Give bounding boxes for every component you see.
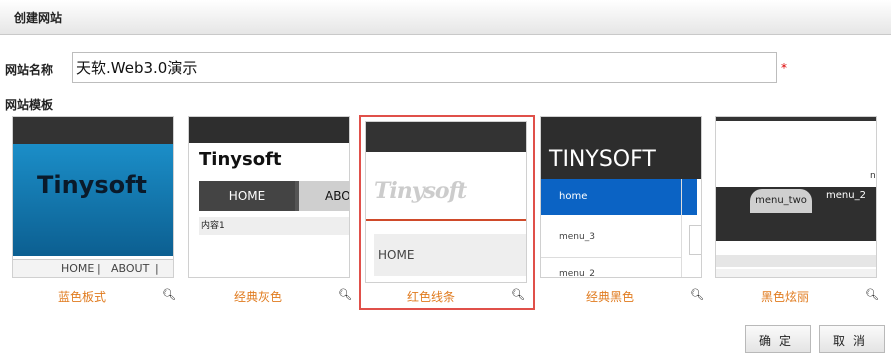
template-card-black-fancy[interactable]: n menu_two menu_2 黑色炫丽 🔍︎ (715, 116, 891, 309)
thumb-bar (716, 255, 876, 267)
thumb-content-box (689, 225, 701, 255)
thumb-tab-menu-two: menu_two (750, 189, 812, 213)
thumb-nav-menu3: menu_3 (559, 232, 595, 242)
thumb-nav-home: HOME (199, 181, 295, 211)
template-thumbnail[interactable]: n menu_two menu_2 (715, 116, 877, 278)
template-name[interactable]: 经典黑色 (540, 288, 680, 305)
thumb-topbar (189, 117, 349, 143)
required-mark: * (781, 61, 787, 75)
cancel-button[interactable]: 取消 (819, 325, 885, 353)
thumb-red-line (366, 219, 526, 221)
thumb-subnav: 内容1 (199, 217, 349, 235)
template-name[interactable]: 红色线条 (361, 288, 501, 305)
template-thumbnail[interactable]: TINYSOFT home menu_3 menu_2 (540, 116, 702, 278)
thumb-logo: Tinysoft (374, 178, 467, 204)
magnifier-icon[interactable]: 🔍︎ (338, 288, 352, 301)
template-card-gray[interactable]: Tinysoft HOME ABO 内容1 经典灰色 🔍︎ (188, 116, 364, 309)
thumb-nav-sep: | (155, 262, 159, 275)
template-label: 网站模板 (5, 98, 54, 112)
template-card-red-selected[interactable]: Tinysoft HOME 红色线条 🔍︎ (359, 115, 535, 310)
thumb-divider (681, 179, 682, 277)
thumb-nav-home: HOME (61, 262, 95, 275)
thumb-nav-home: home (541, 179, 697, 215)
thumb-logo: Tinysoft (37, 171, 148, 199)
thumb-bar (716, 269, 876, 277)
thumb-topbar (716, 117, 876, 121)
template-card-blue[interactable]: Tinysoft HOME | ABOUT | 蓝色板式 🔍︎ (12, 116, 188, 309)
thumb-nav-sep: | (97, 262, 101, 275)
magnifier-icon[interactable]: 🔍︎ (690, 288, 704, 301)
site-name-label: 网站名称 (5, 63, 54, 77)
template-name[interactable]: 蓝色板式 (12, 288, 152, 305)
thumb-nav-home: HOME (374, 234, 526, 276)
thumb-logo: TINYSOFT (549, 147, 656, 172)
magnifier-icon[interactable]: 🔍︎ (865, 288, 879, 301)
confirm-button[interactable]: 确定 (745, 325, 811, 353)
thumb-banner (13, 144, 173, 256)
template-thumbnail[interactable]: Tinysoft HOME (365, 121, 527, 283)
thumb-nav-menu2: menu_2 (559, 269, 595, 278)
dialog-header: 创建网站 (0, 0, 891, 35)
thumb-nav: HOME ABO (199, 181, 349, 211)
thumb-topbar (13, 117, 173, 144)
thumb-nav-about: ABOUT (111, 262, 150, 275)
magnifier-icon[interactable]: 🔍︎ (511, 288, 525, 301)
template-name[interactable]: 经典灰色 (188, 288, 328, 305)
thumb-nav: HOME | ABOUT | (13, 259, 173, 277)
site-name-input[interactable] (72, 52, 777, 83)
thumb-logo: Tinysoft (199, 149, 282, 170)
thumb-letter: n (870, 171, 876, 181)
template-thumbnail[interactable]: Tinysoft HOME ABO 内容1 (188, 116, 350, 278)
magnifier-icon[interactable]: 🔍︎ (162, 288, 176, 301)
dialog-title: 创建网站 (14, 11, 63, 25)
template-card-black[interactable]: TINYSOFT home menu_3 menu_2 经典黑色 🔍︎ (540, 116, 716, 309)
thumb-tab-menu-2: menu_2 (826, 190, 866, 201)
thumb-nav-about: ABO (299, 181, 349, 211)
thumb-topbar (366, 122, 526, 152)
template-thumbnail[interactable]: Tinysoft HOME | ABOUT | (12, 116, 174, 278)
template-name[interactable]: 黑色炫丽 (715, 288, 855, 305)
thumb-divider (541, 257, 681, 258)
